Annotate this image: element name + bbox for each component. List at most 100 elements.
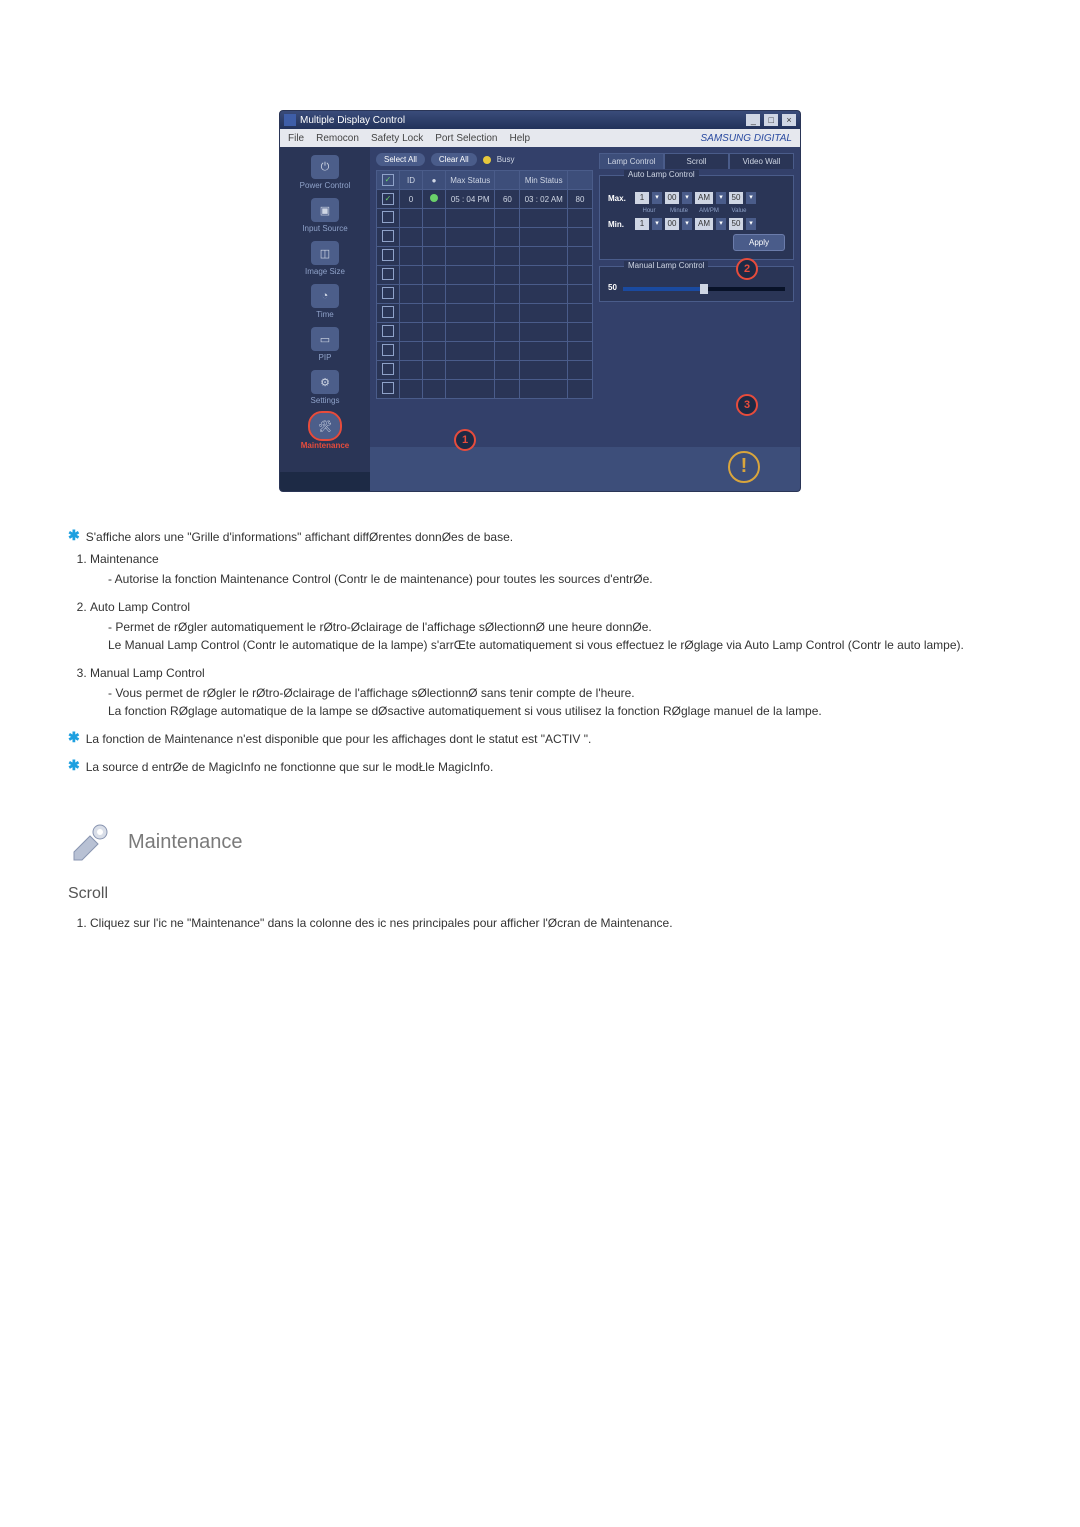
power-icon: ⏻	[311, 155, 339, 179]
table-row[interactable]	[377, 228, 593, 247]
col-status: ●	[423, 171, 446, 190]
busy-label: Busy	[497, 155, 515, 164]
table-row[interactable]	[377, 342, 593, 361]
dropdown-icon[interactable]: ▾	[682, 218, 692, 230]
apply-button[interactable]: Apply	[733, 234, 785, 251]
tab-lamp-control[interactable]: Lamp Control	[599, 153, 664, 169]
min-ampm-input[interactable]: AM	[695, 218, 713, 230]
auto-lamp-legend: Auto Lamp Control	[624, 170, 699, 179]
table-row[interactable]	[377, 304, 593, 323]
min-hour-input[interactable]: 1	[635, 218, 649, 230]
app-icon	[284, 114, 296, 126]
item1-title: Maintenance	[90, 552, 159, 566]
clear-all-button[interactable]: Clear All	[431, 153, 477, 166]
manual-slider[interactable]	[623, 287, 785, 291]
sidebar-item-label: Time	[316, 310, 333, 319]
col-id: ID	[400, 171, 423, 190]
title-bar: Multiple Display Control _ □ ×	[280, 111, 800, 129]
dropdown-icon[interactable]: ▾	[682, 192, 692, 204]
manual-lamp-panel: Manual Lamp Control 50	[599, 266, 794, 302]
auto-lamp-panel: Auto Lamp Control Max. 1▾ 00▾ AM▾ 50▾ Ho…	[599, 175, 794, 260]
sidebar-item-settings[interactable]: ⚙ Settings	[290, 368, 360, 407]
col-check[interactable]	[377, 171, 400, 190]
min-minute-input[interactable]: 00	[665, 218, 679, 230]
menu-remocon[interactable]: Remocon	[316, 133, 359, 144]
ampm-sublabel: AM/PM	[696, 208, 722, 214]
value-sublabel: Value	[726, 208, 752, 214]
dropdown-icon[interactable]: ▾	[716, 218, 726, 230]
brand-label: SAMSUNG DIGITAL	[701, 133, 793, 144]
sub-section-title: Scroll	[68, 882, 1012, 906]
warning-icon: !	[728, 451, 760, 483]
col-min-v	[568, 171, 593, 190]
sidebar-item-label: Image Size	[305, 267, 345, 276]
table-row[interactable]	[377, 323, 593, 342]
document-body: ✱ S'affiche alors une "Grille d'informat…	[68, 528, 1012, 932]
col-max: Max Status	[446, 171, 495, 190]
slider-thumb-icon[interactable]	[700, 284, 708, 294]
item2-desc: Permet de rØgler automatiquement le rØtr…	[108, 618, 1012, 654]
wrench-icon	[68, 822, 114, 862]
table-row[interactable]	[377, 247, 593, 266]
dropdown-icon[interactable]: ▾	[716, 192, 726, 204]
max-label: Max.	[608, 194, 632, 203]
max-minute-input[interactable]: 00	[665, 192, 679, 204]
sidebar-item-label: Maintenance	[301, 441, 349, 450]
table-row[interactable]	[377, 285, 593, 304]
item2-title: Auto Lamp Control	[90, 600, 190, 614]
maximize-button[interactable]: □	[764, 114, 778, 126]
menu-safety-lock[interactable]: Safety Lock	[371, 133, 423, 144]
scroll-step-1: Cliquez sur l'ic ne "Maintenance" dans l…	[90, 914, 1012, 932]
maintenance-note: La fonction de Maintenance n'est disponi…	[86, 730, 592, 748]
menu-file[interactable]: File	[288, 133, 304, 144]
maintenance-icon: 🛠	[310, 413, 340, 439]
sidebar-item-maintenance[interactable]: 🛠 Maintenance	[290, 411, 360, 452]
minimize-button[interactable]: _	[746, 114, 760, 126]
sidebar-item-label: Settings	[311, 396, 340, 405]
max-hour-input[interactable]: 1	[635, 192, 649, 204]
pip-icon: ▭	[311, 327, 339, 351]
dropdown-icon[interactable]: ▾	[652, 192, 662, 204]
table-row[interactable]	[377, 209, 593, 228]
col-min: Min Status	[520, 171, 568, 190]
app-title: Multiple Display Control	[300, 115, 405, 126]
col-max-v	[495, 171, 520, 190]
menu-help[interactable]: Help	[509, 133, 530, 144]
magicinfo-note: La source d entrØe de MagicInfo ne fonct…	[86, 758, 494, 776]
info-grid: ID ● Max Status Min Status 005 : 04 PM60…	[376, 170, 593, 399]
min-label: Min.	[608, 220, 632, 229]
table-row[interactable]: 005 : 04 PM6003 : 02 AM80	[377, 190, 593, 209]
table-row[interactable]	[377, 361, 593, 380]
hour-sublabel: Hour	[636, 208, 662, 214]
sidebar-item-time[interactable]: ◔ Time	[290, 282, 360, 321]
feature-list: Maintenance Autorise la fonction Mainten…	[68, 550, 1012, 720]
min-value-input[interactable]: 50	[729, 218, 743, 230]
sidebar-item-imagesize[interactable]: ◫ Image Size	[290, 239, 360, 278]
sidebar-item-label: Power Control	[300, 181, 351, 190]
max-ampm-input[interactable]: AM	[695, 192, 713, 204]
scroll-steps: Cliquez sur l'ic ne "Maintenance" dans l…	[68, 914, 1012, 932]
dropdown-icon[interactable]: ▾	[746, 192, 756, 204]
section-title: Maintenance	[128, 827, 243, 857]
select-all-button[interactable]: Select All	[376, 153, 425, 166]
sidebar-item-power[interactable]: ⏻ Power Control	[290, 153, 360, 192]
table-row[interactable]	[377, 380, 593, 399]
manual-value: 50	[608, 283, 617, 292]
sidebar-item-input[interactable]: ▣ Input Source	[290, 196, 360, 235]
star-icon: ✱	[68, 528, 80, 542]
dropdown-icon[interactable]: ▾	[652, 218, 662, 230]
menu-port-selection[interactable]: Port Selection	[435, 133, 497, 144]
table-row[interactable]	[377, 266, 593, 285]
sidebar: ⏻ Power Control ▣ Input Source ◫ Image S…	[280, 147, 370, 472]
sidebar-item-pip[interactable]: ▭ PIP	[290, 325, 360, 364]
dropdown-icon[interactable]: ▾	[746, 218, 756, 230]
time-icon: ◔	[311, 284, 339, 308]
close-button[interactable]: ×	[782, 114, 796, 126]
tab-scroll[interactable]: Scroll	[664, 153, 729, 169]
menu-bar: File Remocon Safety Lock Port Selection …	[280, 129, 800, 147]
item3-title: Manual Lamp Control	[90, 666, 205, 680]
max-value-input[interactable]: 50	[729, 192, 743, 204]
tab-video-wall[interactable]: Video Wall	[729, 153, 794, 169]
sidebar-item-label: Input Source	[302, 224, 347, 233]
item3-desc: Vous permet de rØgler le rØtro-Øclairage…	[108, 684, 1012, 720]
